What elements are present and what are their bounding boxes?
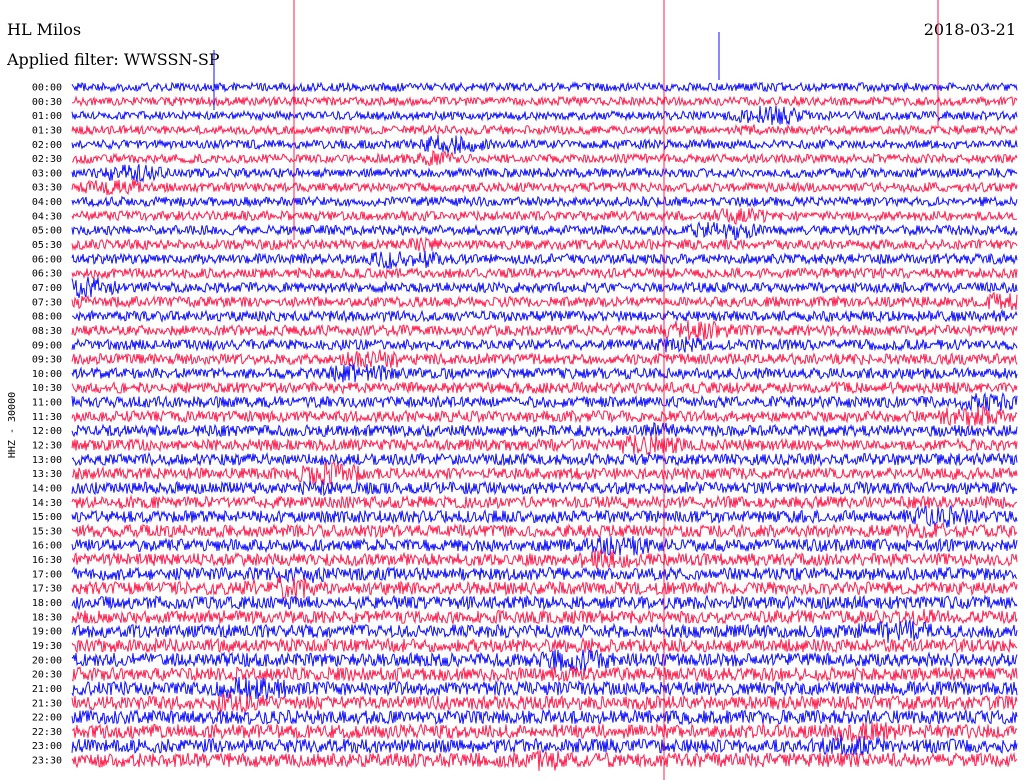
row-time-label: 06:00 (32, 254, 62, 265)
trace-group (71, 0, 1018, 780)
row-time-label: 02:00 (32, 140, 62, 151)
row-time-label: 09:30 (32, 355, 62, 366)
channel-label: HHZ - 30000 (7, 392, 18, 458)
row-time-label: 16:30 (32, 555, 62, 566)
trace-row (71, 320, 1018, 341)
trace-row (71, 250, 1018, 270)
row-time-label: 21:00 (32, 684, 62, 695)
trace-row (71, 451, 1018, 468)
trace-row (71, 692, 1018, 714)
row-time-label: 22:00 (32, 713, 62, 724)
row-labels: 00:00 00:30 01:00 01:30 02:00 02:30 03:00 03:30… (32, 83, 62, 767)
trace-row (71, 576, 1018, 601)
filter-label: Applied filter: WWSSN-SP (6, 50, 220, 69)
trace-row (71, 195, 1018, 209)
trace-row (71, 123, 1018, 137)
trace-row (71, 236, 1018, 253)
row-time-label: 17:30 (32, 584, 62, 595)
row-time-label: 00:30 (32, 97, 62, 108)
trace-row (71, 266, 1018, 280)
row-time-label: 23:30 (32, 756, 62, 767)
row-time-label: 19:30 (32, 641, 62, 652)
trace-row (71, 750, 1018, 771)
trace-row (71, 522, 1018, 540)
trace-row (71, 134, 1018, 155)
row-time-label: 08:00 (32, 312, 62, 323)
trace-row (71, 221, 1018, 241)
trace-row (71, 548, 1018, 570)
row-time-label: 16:00 (32, 541, 62, 552)
row-time-label: 03:30 (32, 183, 62, 194)
row-time-label: 07:00 (32, 283, 62, 294)
trace-row (71, 665, 1018, 683)
trace-row (71, 276, 1018, 299)
trace-row (71, 504, 1018, 528)
trace-row (71, 608, 1018, 626)
row-time-label: 20:30 (32, 670, 62, 681)
row-time-label: 05:00 (32, 226, 62, 237)
row-time-label: 17:00 (32, 569, 62, 580)
trace-row (71, 308, 1018, 324)
trace-row (71, 619, 1018, 643)
trace-row (71, 291, 1018, 311)
row-time-label: 15:30 (32, 526, 62, 537)
row-time-label: 10:30 (32, 383, 62, 394)
row-time-label: 12:30 (32, 441, 62, 452)
row-time-label: 18:30 (32, 612, 62, 623)
row-time-label: 15:00 (32, 512, 62, 523)
row-time-label: 10:00 (32, 369, 62, 380)
row-time-label: 08:30 (32, 326, 62, 337)
row-time-label: 19:00 (32, 627, 62, 638)
trace-row (71, 594, 1018, 611)
row-time-label: 04:00 (32, 197, 62, 208)
row-time-label: 13:00 (32, 455, 62, 466)
row-time-label: 01:00 (32, 111, 62, 122)
trace-row (71, 636, 1018, 654)
row-time-label: 12:00 (32, 426, 62, 437)
row-time-label: 21:30 (32, 698, 62, 709)
trace-row (71, 535, 1018, 556)
row-time-label: 04:30 (32, 211, 62, 222)
trace-row (71, 480, 1018, 497)
trace-row (71, 434, 1018, 455)
trace-row (71, 362, 1018, 383)
row-time-label: 06:30 (32, 269, 62, 280)
row-time-label: 05:30 (32, 240, 62, 251)
trace-row (71, 421, 1018, 439)
row-time-label: 13:30 (32, 469, 62, 480)
trace-row (71, 565, 1018, 584)
trace-row (71, 179, 1018, 196)
trace-row (71, 150, 1018, 166)
row-time-label: 00:00 (32, 83, 62, 94)
trace-row (71, 648, 1018, 673)
station-title: HL Milos (7, 20, 81, 39)
row-time-label: 18:00 (32, 598, 62, 609)
trace-row (71, 494, 1017, 510)
trace-row (71, 708, 1018, 726)
trace-row (71, 380, 1018, 396)
row-time-label: 11:30 (32, 412, 62, 423)
row-time-label: 23:00 (32, 741, 62, 752)
row-time-label: 03:00 (32, 168, 62, 179)
trace-row (71, 336, 1018, 353)
row-time-label: 20:00 (32, 655, 62, 666)
trace-row (71, 392, 1018, 412)
trace-row (71, 206, 1018, 225)
helicorder-chart: HL Milos Applied filter: WWSSN-SP 2018-0… (6, 0, 1018, 780)
row-time-label: 02:30 (32, 154, 62, 165)
row-time-label: 11:00 (32, 398, 62, 409)
trace-row (71, 406, 1018, 427)
row-time-label: 07:30 (32, 297, 62, 308)
trace-row (71, 164, 1018, 183)
row-time-label: 22:30 (32, 727, 62, 738)
row-time-label: 09:00 (32, 340, 62, 351)
trace-row (71, 735, 1018, 757)
trace-row (71, 349, 1018, 369)
row-time-label: 01:30 (32, 125, 62, 136)
trace-row (71, 461, 1018, 486)
row-time-label: 14:00 (32, 483, 62, 494)
trace-row (71, 721, 1018, 745)
row-time-label: 14:30 (32, 498, 62, 509)
